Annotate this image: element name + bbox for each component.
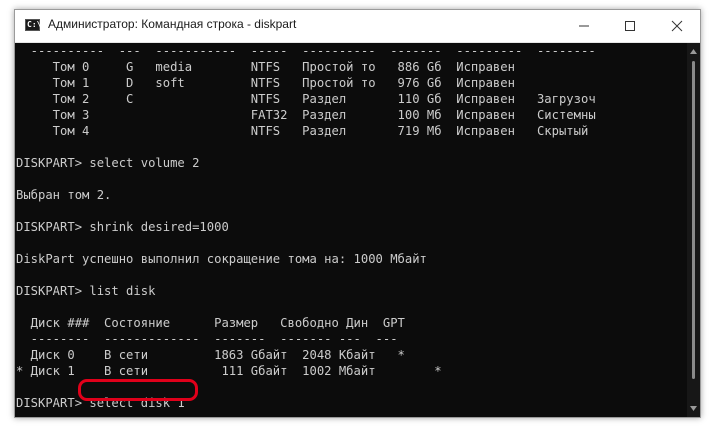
cmd-icon-glyph: C:\ (27, 20, 42, 29)
window-title: Администратор: Командная строка - diskpa… (48, 17, 297, 31)
console-line: Том 0 G media NTFS Простой то 886 Gб Исп… (16, 60, 515, 74)
console-line: Том 1 D soft NTFS Простой то 976 Gб Испр… (16, 76, 515, 90)
title-bar[interactable]: C:\ Администратор: Командная строка - di… (15, 10, 700, 43)
console-line: * Диск 1 В сети 111 Gбайт 1002 Mбайт * (16, 364, 442, 378)
close-icon (671, 20, 683, 32)
minimize-icon (579, 25, 589, 27)
command-prompt-window: C:\ Администратор: Командная строка - di… (14, 9, 701, 418)
scrollbar-thumb[interactable] (692, 61, 695, 379)
maximize-button[interactable] (607, 10, 653, 42)
console-line: -------- ------------- ------- ------- -… (16, 332, 398, 346)
close-button[interactable] (654, 10, 700, 42)
console-line: Диск 0 В сети 1863 Gбайт 2048 Kбайт * (16, 348, 405, 362)
console-line: Том 4 NTFS Раздел 719 Mб Исправен Скрыты… (16, 124, 589, 138)
console-line: DISKPART> shrink desired=1000 (16, 220, 229, 234)
console-line: ---------- --- ----------- ----- -------… (16, 44, 596, 58)
maximize-icon (625, 21, 635, 31)
console-line: DISKPART> list disk (16, 284, 156, 298)
console-line: DISKPART> select volume 2 (16, 156, 200, 170)
scroll-down-arrow-icon[interactable] (690, 406, 697, 411)
console-output[interactable]: ---------- --- ----------- ----- -------… (15, 43, 688, 417)
cmd-app-icon: C:\ (25, 19, 42, 31)
vertical-scrollbar[interactable] (687, 43, 700, 417)
console-line: DiskPart успешно выполнил сокращение том… (16, 252, 427, 266)
console-line: Том 2 C NTFS Раздел 110 Gб Исправен Загр… (16, 92, 596, 106)
console-line: Том 3 FAT32 Раздел 100 Mб Исправен Систе… (16, 108, 596, 122)
command-highlight-outline (78, 379, 198, 401)
console-line: Выбран том 2. (16, 188, 112, 202)
minimize-button[interactable] (561, 10, 607, 42)
console-line: Диск ### Состояние Размер Свободно Дин G… (16, 316, 405, 330)
scroll-up-arrow-icon[interactable] (690, 49, 697, 54)
